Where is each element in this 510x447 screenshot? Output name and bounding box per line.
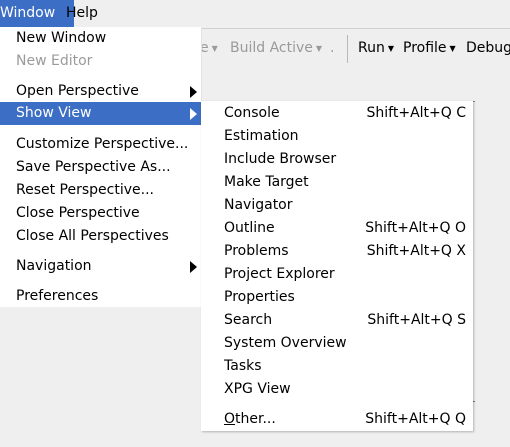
menu-item-reset-perspective[interactable]: Reset Perspective... bbox=[0, 179, 201, 202]
view-item-label-rest: ther... bbox=[235, 411, 276, 427]
profile-button[interactable]: Profile ▼ bbox=[403, 40, 456, 56]
view-item-include-browser[interactable]: Include Browser bbox=[201, 148, 473, 171]
view-item-project-explorer[interactable]: Project Explorer bbox=[201, 263, 473, 286]
menu-item-navigation[interactable]: Navigation bbox=[0, 255, 201, 278]
menu-item-new-editor: New Editor bbox=[0, 50, 201, 73]
view-item-shortcut: Shift+Alt+Q O bbox=[365, 220, 466, 236]
view-item-problems[interactable]: Problems Shift+Alt+Q X bbox=[201, 240, 473, 263]
menu-item-new-window[interactable]: New Window bbox=[0, 27, 201, 50]
view-item-label: Navigator bbox=[224, 197, 293, 213]
view-item-label: Outline bbox=[224, 220, 275, 236]
view-item-label: Estimation bbox=[224, 128, 299, 144]
menu-item-customize-perspective[interactable]: Customize Perspective... bbox=[0, 133, 201, 156]
view-item-tasks[interactable]: Tasks bbox=[201, 355, 473, 378]
view-item-label: System Overview bbox=[224, 335, 347, 351]
view-item-properties[interactable]: Properties bbox=[201, 286, 473, 309]
view-item-label: Include Browser bbox=[224, 151, 337, 167]
caret-down-icon: ▼ bbox=[449, 43, 456, 53]
view-item-console[interactable]: Console Shift+Alt+Q C bbox=[201, 102, 473, 125]
menu-item-save-perspective-as[interactable]: Save Perspective As... bbox=[0, 156, 201, 179]
view-item-search[interactable]: Search Shift+Alt+Q S bbox=[201, 309, 473, 332]
mnemonic-letter: O bbox=[224, 411, 236, 427]
view-item-xpg-view[interactable]: XPG View bbox=[201, 378, 473, 401]
run-button[interactable]: Run ▼ bbox=[358, 40, 394, 56]
background-panel bbox=[470, 101, 510, 447]
view-item-outline[interactable]: Outline Shift+Alt+Q O bbox=[201, 217, 473, 240]
main-toolbar: e ▼ Build Active ▼ . Run ▼ Profile ▼ Debug bbox=[200, 28, 510, 70]
view-item-label: Project Explorer bbox=[224, 266, 335, 282]
menu-item-label: Open Perspective bbox=[16, 83, 139, 99]
run-label: Run bbox=[358, 40, 385, 56]
view-item-label: Tasks bbox=[224, 358, 262, 374]
profile-label: Profile bbox=[403, 40, 447, 56]
view-item-shortcut: Shift+Alt+Q S bbox=[367, 312, 466, 328]
view-item-shortcut: Shift+Alt+Q Q bbox=[365, 411, 466, 427]
view-item-other[interactable]: Other... Shift+Alt+Q Q bbox=[201, 408, 473, 431]
toolbar-dot: . bbox=[330, 40, 335, 56]
caret-down-icon: ▼ bbox=[387, 43, 395, 53]
menu-item-label: Customize Perspective... bbox=[16, 136, 189, 152]
build-active-button[interactable]: Build Active ▼ bbox=[230, 40, 322, 56]
toolbar-separator bbox=[347, 35, 348, 63]
triangle-right-icon bbox=[190, 86, 197, 98]
menu-item-label: New Editor bbox=[16, 53, 93, 69]
menu-item-label: Navigation bbox=[16, 258, 92, 274]
build-active-label: Build Active bbox=[230, 40, 313, 56]
menu-item-label: Close Perspective bbox=[16, 205, 140, 221]
view-item-shortcut: Shift+Alt+Q X bbox=[366, 243, 466, 259]
secondary-toolbar bbox=[200, 69, 510, 102]
menu-bar: Window Help bbox=[0, 0, 510, 27]
view-item-shortcut: Shift+Alt+Q C bbox=[366, 105, 466, 121]
caret-down-icon: ▼ bbox=[211, 43, 218, 53]
caret-down-icon: ▼ bbox=[315, 43, 323, 53]
view-item-estimation[interactable]: Estimation bbox=[201, 125, 473, 148]
menu-item-open-perspective[interactable]: Open Perspective bbox=[0, 80, 201, 103]
view-item-navigator[interactable]: Navigator bbox=[201, 194, 473, 217]
menu-item-label: Save Perspective As... bbox=[16, 159, 171, 175]
menubar-help[interactable]: Help bbox=[58, 0, 106, 27]
menu-item-label: Reset Perspective... bbox=[16, 182, 154, 198]
menu-item-label: Preferences bbox=[16, 288, 99, 304]
menu-item-show-view[interactable]: Show View bbox=[0, 102, 201, 125]
view-item-label: Other... bbox=[224, 409, 276, 429]
window-menu: New Window New Editor Open Perspective S… bbox=[0, 27, 202, 307]
view-item-label: Make Target bbox=[224, 174, 309, 190]
view-item-label: Problems bbox=[224, 243, 289, 259]
triangle-right-icon bbox=[190, 261, 197, 273]
menu-item-close-perspective[interactable]: Close Perspective bbox=[0, 202, 201, 225]
view-item-label: Console bbox=[224, 105, 280, 121]
menu-item-label: New Window bbox=[16, 30, 107, 46]
show-view-submenu: Console Shift+Alt+Q C Estimation Include … bbox=[201, 101, 473, 431]
menu-item-close-all-perspectives[interactable]: Close All Perspectives bbox=[0, 225, 201, 248]
triangle-right-icon bbox=[190, 108, 197, 120]
view-item-label: Search bbox=[224, 312, 273, 328]
menu-item-label: Show View bbox=[16, 105, 92, 121]
view-item-label: Properties bbox=[224, 289, 295, 305]
menu-item-label: Close All Perspectives bbox=[16, 228, 169, 244]
debug-button[interactable]: Debug bbox=[466, 40, 510, 56]
menu-item-preferences[interactable]: Preferences bbox=[0, 285, 201, 308]
toolbar-partial-item: e ▼ bbox=[200, 40, 218, 56]
view-item-label: XPG View bbox=[224, 381, 291, 397]
view-item-system-overview[interactable]: System Overview bbox=[201, 332, 473, 355]
view-item-make-target[interactable]: Make Target bbox=[201, 171, 473, 194]
